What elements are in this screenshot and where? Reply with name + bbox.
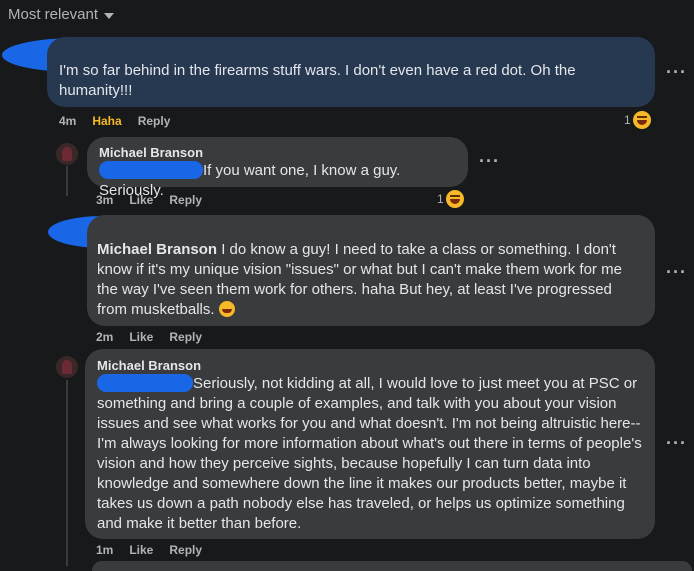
reply-button[interactable]: Reply (169, 330, 202, 344)
reply-bubble: Michael Branson If you want one, I know … (87, 137, 468, 199)
haha-emoji-icon (632, 111, 651, 129)
comment-text: I'm so far behind in the firearms stuff … (59, 62, 576, 99)
comment-actions: 2m Like Reply (96, 330, 202, 344)
comment-time[interactable]: 1m (96, 543, 113, 557)
more-options-icon[interactable]: ··· (666, 62, 687, 83)
grinning-emoji-icon (218, 301, 235, 317)
redacted-mention (97, 374, 193, 392)
comment-bubble: I'm so far behind in the firearms stuff … (47, 37, 655, 107)
avatar[interactable] (56, 143, 78, 165)
more-options-icon[interactable]: ··· (479, 151, 500, 172)
sort-label: Most relevant (8, 6, 99, 23)
reply-bubble: Michael Branson I do know a guy! I need … (87, 215, 655, 326)
haha-emoji-icon (445, 190, 464, 208)
next-reply-bubble (92, 561, 692, 571)
reaction-summary[interactable]: 1 (624, 111, 651, 129)
like-button[interactable]: Like (129, 330, 153, 344)
author-name[interactable]: Michael Branson (99, 145, 456, 161)
reaction-count: 1 (437, 192, 444, 206)
thread-line (66, 166, 68, 196)
reply-button[interactable]: Reply (169, 543, 202, 557)
chevron-down-icon (104, 13, 115, 19)
like-button[interactable]: Like (129, 193, 153, 207)
comment-actions: 3m Like Reply (96, 193, 202, 207)
reaction-count: 1 (624, 113, 631, 127)
redacted-mention (99, 161, 203, 179)
reply-button[interactable]: Reply (138, 114, 171, 128)
comment-text: Seriously, not kidding at all, I would l… (97, 375, 642, 532)
haha-reaction-button[interactable]: Haha (92, 114, 121, 128)
author-name[interactable]: Michael Branson (97, 358, 643, 374)
avatar[interactable] (56, 356, 78, 378)
comment-actions: 4m Haha Reply (59, 114, 170, 128)
reaction-summary[interactable]: 1 (437, 190, 464, 208)
comment-time[interactable]: 4m (59, 114, 76, 128)
thread-line (66, 380, 68, 566)
more-options-icon[interactable]: ··· (666, 433, 687, 454)
author-name[interactable]: Michael Branson (97, 241, 217, 258)
comment-time[interactable]: 3m (96, 193, 113, 207)
sort-dropdown[interactable]: Most relevant (8, 6, 115, 23)
reply-button[interactable]: Reply (169, 193, 202, 207)
comment-actions: 1m Like Reply (96, 543, 202, 557)
comment-time[interactable]: 2m (96, 330, 113, 344)
like-button[interactable]: Like (129, 543, 153, 557)
reply-bubble: Michael Branson Seriously, not kidding a… (85, 349, 655, 539)
more-options-icon[interactable]: ··· (666, 262, 687, 283)
